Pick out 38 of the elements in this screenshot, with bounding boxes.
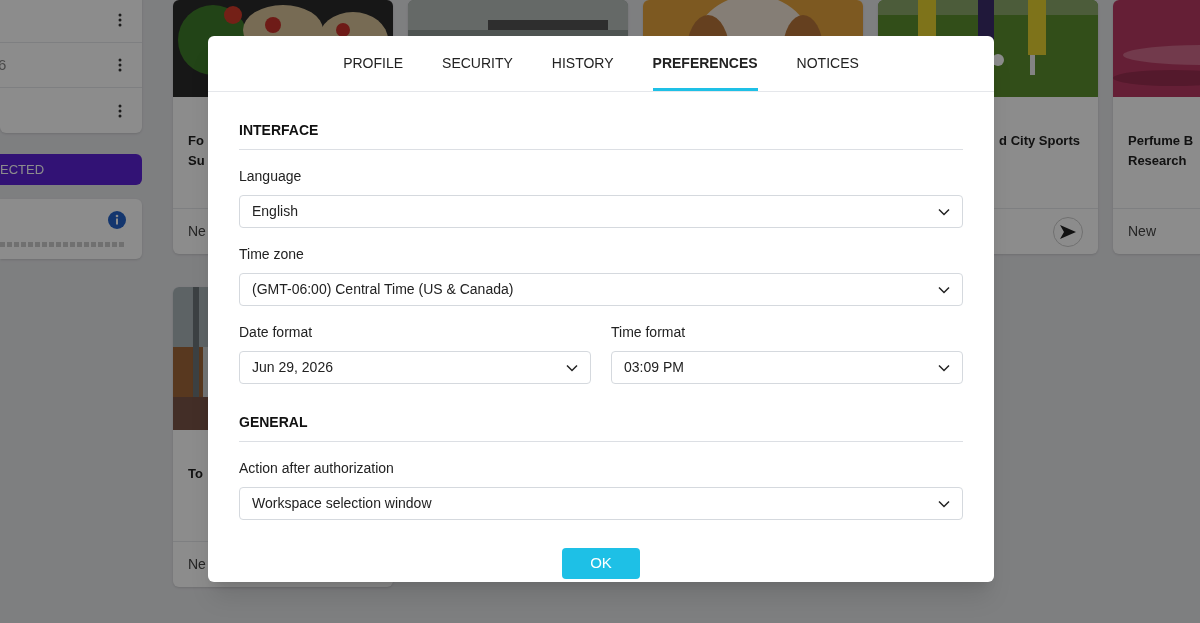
tab[interactable]: NOTICES (796, 36, 859, 91)
chevron-down-icon (938, 499, 950, 508)
section-heading: GENERAL (239, 412, 963, 442)
select-button[interactable]: ECTED (0, 154, 142, 185)
card-title: Su (188, 152, 205, 170)
field-label: Date format (239, 323, 314, 342)
status-text: Ne (188, 555, 206, 574)
card-title: Perfume B (1128, 132, 1194, 150)
tab[interactable]: PREFERENCES (652, 36, 758, 91)
field-label: Time format (611, 323, 687, 342)
more-icon[interactable] (118, 58, 122, 72)
more-icon[interactable] (118, 13, 122, 27)
more-icon[interactable] (118, 103, 122, 118)
chevron-down-icon (938, 207, 950, 216)
card-title: Research (1128, 152, 1187, 170)
dropdown[interactable]: Jun 29, 2026 (239, 351, 591, 384)
chevron-down-icon (938, 285, 950, 294)
send-icon (1060, 224, 1076, 239)
chevron-down-icon (566, 363, 578, 372)
tab[interactable]: HISTORY (551, 36, 614, 91)
field-label: Action after authorization (239, 459, 395, 478)
dropdown[interactable]: Workspace selection window (239, 487, 963, 520)
dropdown[interactable]: 03:09 PM (611, 351, 963, 384)
tab[interactable]: SECURITY (442, 36, 513, 91)
project-card[interactable]: Perfume B Research New (1113, 0, 1200, 254)
tab[interactable]: PROFILE (343, 36, 404, 91)
info-icon (108, 211, 126, 229)
section-heading: INTERFACE (239, 120, 963, 150)
dropdown[interactable]: English (239, 195, 963, 228)
field-label: Language (239, 167, 303, 186)
chevron-down-icon (938, 363, 950, 372)
field-label: Time zone (239, 245, 305, 264)
status-text: Ne (188, 222, 206, 241)
card-title: Fo (188, 132, 204, 150)
card-title: To (188, 465, 203, 483)
status-text: New (1128, 222, 1156, 241)
dropdown[interactable]: (GMT-06:00) Central Time (US & Canada) (239, 273, 963, 306)
card-title: d City Sports (999, 132, 1080, 150)
